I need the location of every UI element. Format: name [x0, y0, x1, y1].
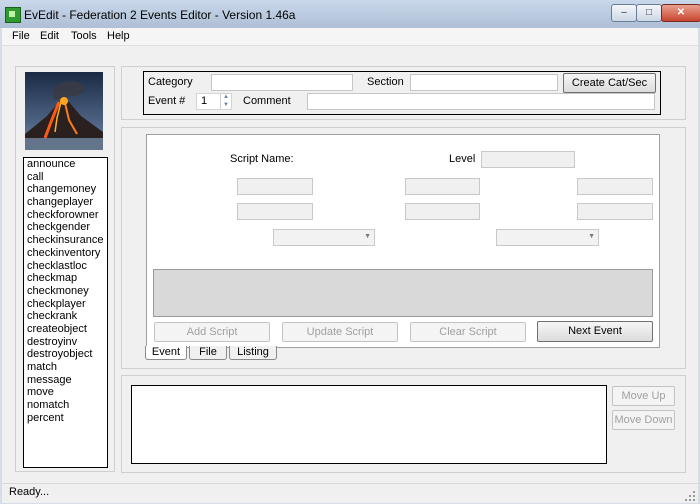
- comment-label: Comment: [243, 95, 291, 107]
- command-item[interactable]: checkforowner: [24, 209, 107, 222]
- event-list[interactable]: [131, 385, 607, 464]
- event-number-label: Event #: [148, 95, 186, 107]
- level-label: Level: [449, 153, 476, 165]
- command-item[interactable]: destroyobject: [24, 348, 107, 361]
- category-input[interactable]: [211, 74, 353, 91]
- param-field-6[interactable]: [577, 203, 653, 220]
- event-number-spinner[interactable]: 1 ▲ ▼: [196, 93, 232, 110]
- close-button[interactable]: ✕: [661, 4, 700, 22]
- command-item[interactable]: message: [24, 374, 107, 387]
- script-name-label: Script Name:: [230, 153, 294, 165]
- status-text: Ready...: [9, 486, 50, 498]
- command-item[interactable]: move: [24, 386, 107, 399]
- chevron-down-icon: ▼: [364, 233, 371, 240]
- update-script-button[interactable]: Update Script: [282, 322, 398, 342]
- spin-down-icon[interactable]: ▼: [220, 101, 231, 109]
- menu-bar: File Edit Tools Help: [2, 28, 698, 46]
- clear-script-button[interactable]: Clear Script: [410, 322, 526, 342]
- command-item[interactable]: checkinsurance: [24, 234, 107, 247]
- menu-help[interactable]: Help: [107, 30, 130, 42]
- command-item[interactable]: destroyinv: [24, 336, 107, 349]
- section-input[interactable]: [410, 74, 558, 91]
- tab-event[interactable]: Event: [145, 346, 187, 360]
- category-label: Category: [148, 76, 193, 88]
- window-title: EvEdit - Federation 2 Events Editor - Ve…: [24, 8, 296, 22]
- option-dropdown-2[interactable]: ▼: [496, 229, 599, 246]
- app-icon: [5, 7, 21, 23]
- tab-file[interactable]: File: [189, 346, 227, 360]
- level-field[interactable]: [481, 151, 575, 168]
- command-item[interactable]: changeplayer: [24, 196, 107, 209]
- option-dropdown-1[interactable]: ▼: [273, 229, 375, 246]
- command-item[interactable]: percent: [24, 412, 107, 425]
- tab-listing[interactable]: Listing: [229, 346, 277, 360]
- command-item[interactable]: createobject: [24, 323, 107, 336]
- command-item[interactable]: call: [24, 171, 107, 184]
- param-field-2[interactable]: [405, 178, 480, 195]
- param-field-1[interactable]: [237, 178, 313, 195]
- command-item[interactable]: changemoney: [24, 183, 107, 196]
- comment-input[interactable]: [307, 93, 655, 110]
- script-text-area[interactable]: [153, 269, 653, 317]
- command-item[interactable]: match: [24, 361, 107, 374]
- command-item[interactable]: checkgender: [24, 221, 107, 234]
- menu-tools[interactable]: Tools: [71, 30, 97, 42]
- add-script-button[interactable]: Add Script: [154, 322, 270, 342]
- command-item[interactable]: nomatch: [24, 399, 107, 412]
- command-item[interactable]: checkrank: [24, 310, 107, 323]
- param-field-5[interactable]: [405, 203, 480, 220]
- command-item[interactable]: checkinventory: [24, 247, 107, 260]
- move-down-button[interactable]: Move Down: [612, 410, 675, 430]
- command-item[interactable]: checkmap: [24, 272, 107, 285]
- maximize-button[interactable]: □: [636, 4, 662, 22]
- command-list[interactable]: announce call changemoney changeplayer check…: [23, 157, 108, 468]
- menu-file[interactable]: File: [12, 30, 30, 42]
- volcano-image: [25, 72, 103, 150]
- param-field-3[interactable]: [577, 178, 653, 195]
- param-field-4[interactable]: [237, 203, 313, 220]
- minimize-button[interactable]: –: [611, 4, 637, 22]
- menu-edit[interactable]: Edit: [40, 30, 59, 42]
- command-item[interactable]: checkmoney: [24, 285, 107, 298]
- move-up-button[interactable]: Move Up: [612, 386, 675, 406]
- next-event-button[interactable]: Next Event: [537, 321, 653, 342]
- create-cat-sec-button[interactable]: Create Cat/Sec: [563, 73, 656, 93]
- spin-up-icon[interactable]: ▲: [220, 94, 231, 101]
- command-item[interactable]: announce: [24, 158, 107, 171]
- command-item[interactable]: checkplayer: [24, 298, 107, 311]
- resize-grip-icon[interactable]: [684, 490, 696, 502]
- command-item[interactable]: checklastloc: [24, 260, 107, 273]
- section-label: Section: [367, 76, 404, 88]
- event-number-value: 1: [201, 95, 208, 107]
- status-bar: [2, 483, 698, 503]
- chevron-down-icon: ▼: [588, 233, 595, 240]
